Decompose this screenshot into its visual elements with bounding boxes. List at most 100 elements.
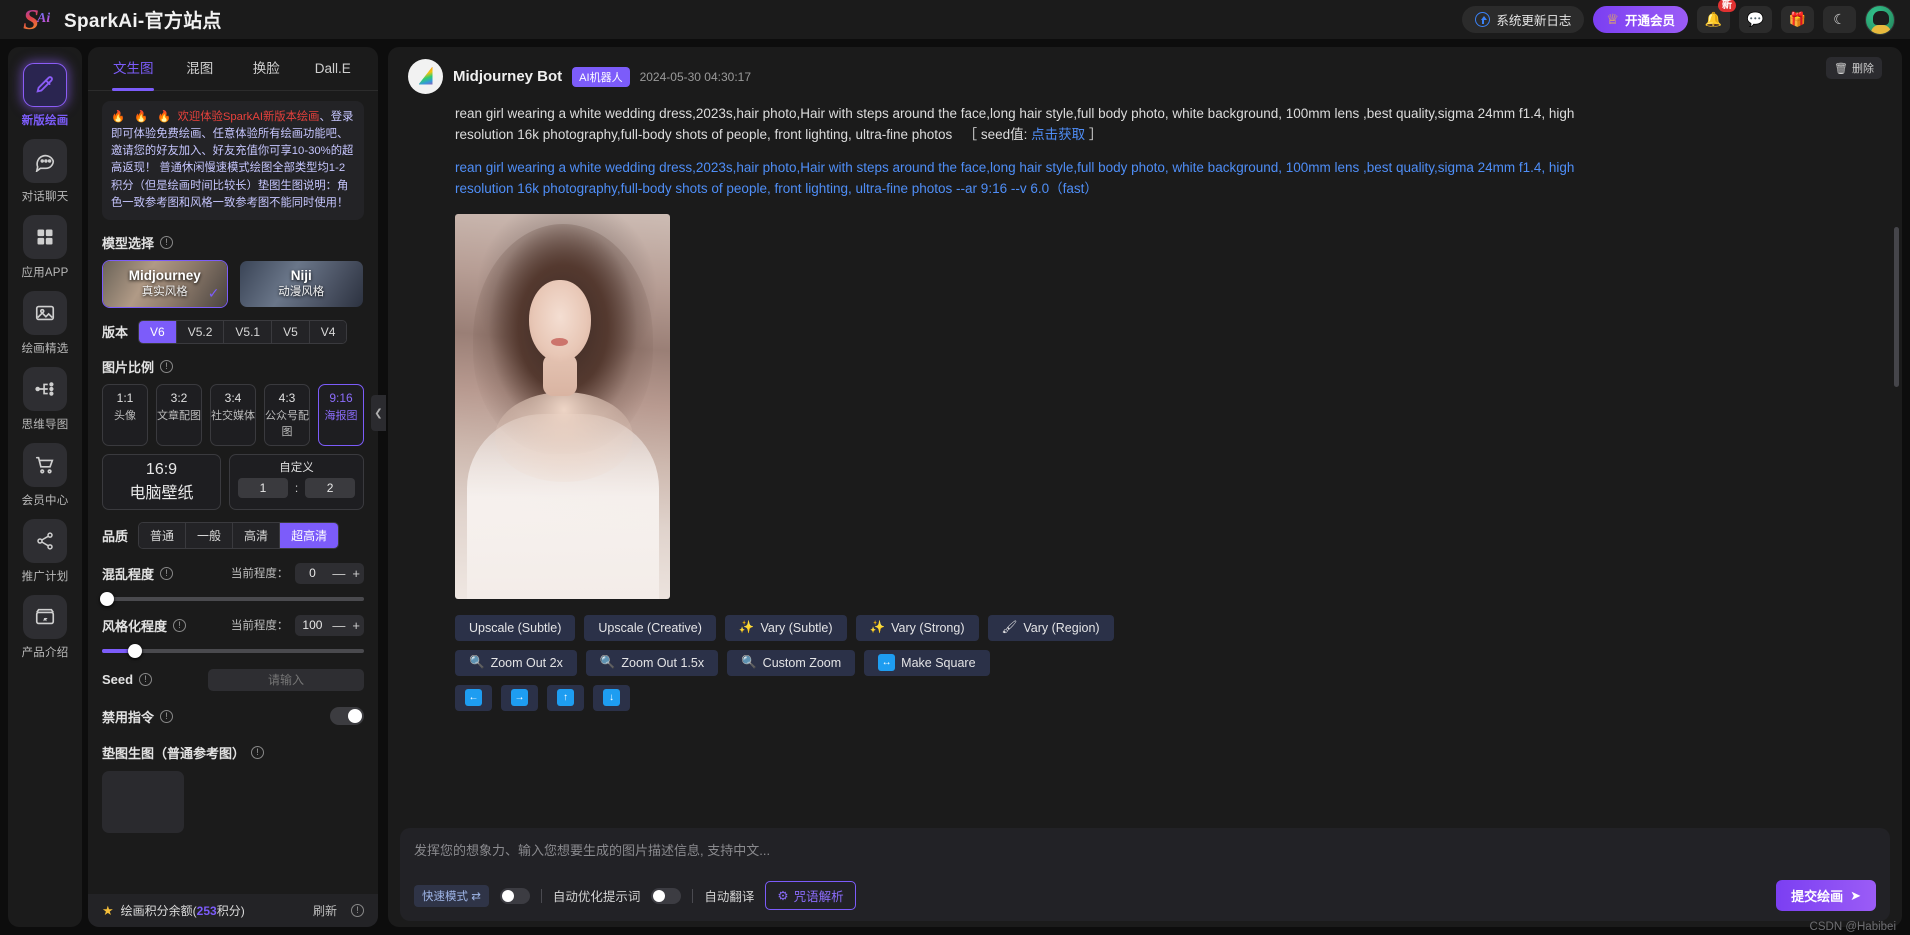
delete-message-button[interactable]: 🗑 删除 xyxy=(1826,57,1882,79)
ratio-option-3-2[interactable]: 3:2 文章配图 xyxy=(156,383,202,446)
help-icon[interactable]: ! xyxy=(251,745,265,759)
model-card-niji[interactable]: Niji 动漫风格 xyxy=(239,260,365,308)
notice-highlight[interactable]: 欢迎体验SparkAI新版本绘画 xyxy=(178,111,320,123)
disable-command-toggle[interactable] xyxy=(330,707,364,726)
main-scrollbar-thumb[interactable] xyxy=(1894,227,1899,387)
ratio-option-4-3[interactable]: 4:3 公众号配图 xyxy=(264,383,310,446)
version-option-v51[interactable]: V5.1 xyxy=(224,320,273,343)
upscale-creative-button[interactable]: Upscale (Creative) xyxy=(584,614,716,641)
pan-up-button[interactable]: ↑ xyxy=(547,684,584,711)
help-icon[interactable]: ! xyxy=(160,235,174,249)
app-root: SAi SparkAi-官方站点 系统更新日志 ♕ 开通会员 🔔 新 💬 🎁 xyxy=(0,0,1910,935)
sidebar-item-membership[interactable]: 会员中心 xyxy=(11,443,79,508)
message-timestamp: 2024-05-30 04:30:17 xyxy=(639,69,752,84)
zoom-out-2x-button[interactable]: 🔍 Zoom Out 2x xyxy=(455,649,577,676)
tab-face-swap[interactable]: 换脸 xyxy=(233,47,300,91)
user-avatar[interactable] xyxy=(1865,4,1895,35)
quality-option-normal[interactable]: 普通 xyxy=(139,522,187,548)
stylize-decrement-button[interactable]: — xyxy=(332,619,345,632)
stylize-slider-knob[interactable] xyxy=(128,643,143,658)
divider xyxy=(692,888,694,903)
custom-ratio-height-input[interactable] xyxy=(305,477,355,498)
pan-right-button[interactable]: → xyxy=(501,684,538,711)
help-icon[interactable]: ! xyxy=(160,566,174,580)
sidebar-item-gallery[interactable]: 绘画精选 xyxy=(11,291,79,356)
brand[interactable]: S Ai SparkAi-官方站点 xyxy=(0,5,222,35)
seed-input[interactable] xyxy=(208,668,364,691)
theme-toggle-button[interactable]: ☾ xyxy=(1823,6,1856,33)
model-section-title: 模型选择 xyxy=(102,235,155,251)
upscale-subtle-button[interactable]: Upscale (Subtle) xyxy=(455,614,576,641)
quality-option-general[interactable]: 一般 xyxy=(186,522,234,548)
submit-label: 提交绘画 xyxy=(1791,889,1844,904)
model-title: Midjourney xyxy=(128,268,201,284)
ratio-option-9-16[interactable]: 9:16 海报图 xyxy=(318,383,364,446)
chaos-decrement-button[interactable]: — xyxy=(332,567,345,580)
panel-collapse-handle[interactable]: ❮ xyxy=(371,395,386,431)
ratio-option-16-9[interactable]: 16:9 电脑壁纸 xyxy=(102,453,221,510)
tab-text-to-image[interactable]: 文生图 xyxy=(100,47,167,91)
version-option-v52[interactable]: V5.2 xyxy=(176,320,225,343)
system-update-log-button[interactable]: 系统更新日志 xyxy=(1462,6,1585,33)
sidebar-item-promotion[interactable]: 推广计划 xyxy=(11,519,79,584)
auto-optimize-toggle[interactable] xyxy=(499,887,530,904)
generated-image[interactable] xyxy=(455,213,670,599)
submit-drawing-button[interactable]: 提交绘画 ➤ xyxy=(1776,880,1876,911)
gift-button[interactable]: 🎁 xyxy=(1781,6,1814,33)
stylize-increment-button[interactable]: + xyxy=(352,619,360,632)
pan-left-button[interactable]: ← xyxy=(455,684,492,711)
version-option-v6[interactable]: V6 xyxy=(139,320,177,343)
prompt-text-blue[interactable]: rean girl wearing a white wedding dress,… xyxy=(455,158,1575,200)
help-icon[interactable]: ! xyxy=(139,673,153,687)
get-seed-link[interactable]: 点击获取 xyxy=(1031,127,1085,142)
ratio-section-label: 图片比例 ! xyxy=(102,357,364,376)
prompt-input[interactable]: 发挥您的想象力、输入您想要生成的图片描述信息, 支持中文... xyxy=(414,840,1876,859)
parse-prompt-button[interactable]: ⚙ 咒语解析 xyxy=(765,881,856,910)
pan-down-button[interactable]: ↓ xyxy=(593,684,630,711)
model-card-midjourney[interactable]: Midjourney 真实风格 ✓ xyxy=(102,259,228,308)
brush-stroke-icon: 🖌 xyxy=(1001,620,1018,635)
tab-blend[interactable]: 混图 xyxy=(167,47,234,91)
zoom-out-15x-button[interactable]: 🔍 Zoom Out 1.5x xyxy=(585,649,719,676)
sidebar-item-chat[interactable]: 对话聊天 xyxy=(11,139,79,204)
speed-mode-chip[interactable]: 快速模式 ⇄ xyxy=(414,884,489,907)
reference-image-upload[interactable] xyxy=(102,770,184,833)
sidebar-item-label: 推广计划 xyxy=(21,571,69,583)
sidebar-item-product-intro[interactable]: 产品介绍 xyxy=(11,595,79,660)
stylize-header: 风格化程度 ! 当前程度： 100 — + xyxy=(102,614,364,636)
model-subtitle: 动漫风格 xyxy=(278,286,325,299)
help-icon[interactable]: ! xyxy=(351,904,364,917)
quality-option-ultra-hd[interactable]: 超高清 xyxy=(280,522,339,548)
wechat-button[interactable]: 💬 xyxy=(1739,6,1772,33)
chaos-slider-knob[interactable] xyxy=(100,591,114,606)
ratio-option-3-4[interactable]: 3:4 社交媒体 xyxy=(210,383,256,446)
sidebar-item-new-drawing[interactable]: 新版绘画 xyxy=(11,63,79,128)
chaos-slider-track[interactable] xyxy=(100,591,364,606)
version-option-v4[interactable]: V4 xyxy=(309,320,347,343)
custom-ratio-width-input[interactable] xyxy=(238,477,288,498)
star-icon: ★ xyxy=(102,902,114,918)
vary-strong-button[interactable]: ✨ Vary (Strong) xyxy=(855,614,979,641)
help-icon[interactable]: ! xyxy=(160,359,174,373)
vip-upgrade-button[interactable]: ♕ 开通会员 xyxy=(1593,6,1688,33)
prompt-text-plain: rean girl wearing a white wedding dress,… xyxy=(455,104,1575,146)
sidebar-item-apps[interactable]: 应用APP xyxy=(11,215,79,280)
notifications-button[interactable]: 🔔 新 xyxy=(1697,0,1736,33)
version-option-v5[interactable]: V5 xyxy=(272,320,310,343)
ratio-value: 9:16 xyxy=(329,390,353,405)
refresh-credits-button[interactable]: 刷新 xyxy=(313,902,337,919)
panel-body: 🔥 🔥 🔥 欢迎体验SparkAI新版本绘画、登录即可体验免费绘画、任意体验所有… xyxy=(88,91,378,894)
stylize-slider-track[interactable] xyxy=(102,643,364,658)
tab-dalle[interactable]: Dall.E xyxy=(300,47,367,91)
help-icon[interactable]: ! xyxy=(173,618,187,632)
auto-translate-toggle[interactable] xyxy=(651,887,682,904)
make-square-button[interactable]: ↔ Make Square xyxy=(864,649,990,676)
vary-region-button[interactable]: 🖌 Vary (Region) xyxy=(987,614,1114,641)
chaos-increment-button[interactable]: + xyxy=(352,567,360,580)
custom-zoom-button[interactable]: 🔍 Custom Zoom xyxy=(727,649,856,676)
ratio-option-1-1[interactable]: 1:1 头像 xyxy=(102,383,148,446)
quality-option-hd[interactable]: 高清 xyxy=(233,522,281,548)
vary-subtle-button[interactable]: ✨ Vary (Subtle) xyxy=(724,614,847,641)
sidebar-item-mindmap[interactable]: 思维导图 xyxy=(11,367,79,432)
help-icon[interactable]: ! xyxy=(160,709,174,723)
